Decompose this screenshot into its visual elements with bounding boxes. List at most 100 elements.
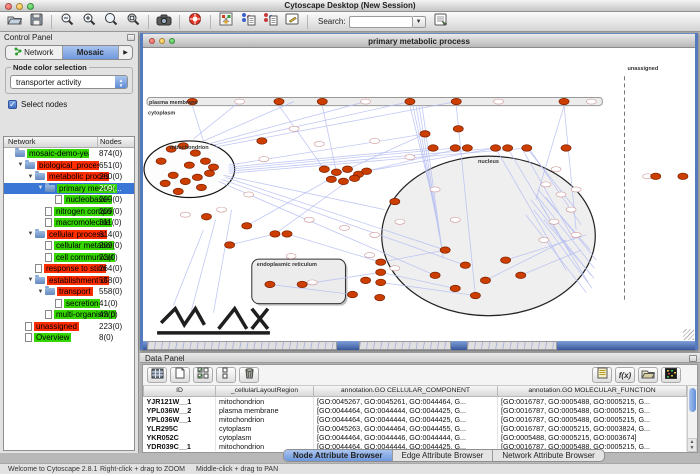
network-node[interactable]: [225, 242, 235, 248]
network-node[interactable]: [390, 198, 400, 204]
attribute-select-button[interactable]: [147, 367, 167, 383]
network-node[interactable]: [156, 158, 166, 164]
network-node[interactable]: [376, 279, 386, 285]
open-file-button[interactable]: [3, 13, 25, 31]
network-node[interactable]: [184, 162, 194, 168]
plasma-membrane-bar[interactable]: [147, 98, 602, 106]
tree-row[interactable]: ▼biological_process651(0): [4, 160, 134, 172]
tree-row[interactable]: nitrogen compo209(0): [4, 206, 134, 218]
tab-node-attribute-browser[interactable]: Node Attribute Browser: [284, 450, 393, 461]
annotation-button[interactable]: [281, 13, 303, 31]
network-canvas[interactable]: plasma membranecytoplasmmitochondrionnuc…: [143, 48, 695, 341]
table-row[interactable]: YPL036W__2plasma membrane[GO:0044464, GO…: [144, 406, 687, 415]
network-node[interactable]: [430, 272, 440, 278]
network-node[interactable]: [480, 277, 490, 283]
snapshot-button[interactable]: [153, 13, 175, 31]
unselect-attributes-button[interactable]: [216, 367, 236, 383]
network-overview-button[interactable]: [215, 13, 237, 31]
delete-attribute-button[interactable]: [239, 367, 259, 383]
network-node[interactable]: [450, 145, 460, 151]
network-node[interactable]: [319, 166, 329, 172]
table-column-header[interactable]: annotation.GO CELLULAR_COMPONENT: [314, 386, 498, 396]
table-scrollbar[interactable]: ▲▼: [687, 386, 697, 452]
expand-arrow-icon[interactable]: ▼: [36, 289, 45, 295]
network-node[interactable]: [361, 277, 371, 283]
network-node[interactable]: [651, 173, 661, 179]
network-node[interactable]: [160, 180, 170, 186]
expand-arrow-icon[interactable]: ▼: [26, 231, 35, 237]
node-color-dropdown[interactable]: transporter activity ▲▼: [10, 75, 128, 89]
save-button[interactable]: [25, 13, 47, 31]
tree-row[interactable]: cellular metabol209(0): [4, 240, 134, 252]
tree-row[interactable]: Overview8(0): [4, 332, 134, 344]
network-node[interactable]: [491, 145, 501, 151]
table-column-header[interactable]: ID: [144, 386, 216, 396]
tree-row[interactable]: mosaic-demo-yeast874(0): [4, 148, 134, 160]
tree-row[interactable]: nucleobase-209(0): [4, 194, 134, 206]
tab-mosaic[interactable]: Mosaic: [63, 46, 120, 59]
table-row[interactable]: YJR121W__1mitochondrion[GO:0045267, GO:0…: [144, 396, 687, 406]
network-node[interactable]: [462, 145, 472, 151]
network-node[interactable]: [516, 272, 526, 278]
resize-grip[interactable]: [683, 329, 694, 340]
tree-row[interactable]: secretion41(0): [4, 298, 134, 310]
network-node[interactable]: [200, 158, 210, 164]
tree-row[interactable]: ▼establishment of lo558(0): [4, 275, 134, 287]
expand-arrow-icon[interactable]: ▼: [26, 174, 35, 180]
network-node[interactable]: [451, 98, 461, 104]
network-node[interactable]: [331, 169, 341, 175]
tree-row[interactable]: ▼primary metabo209(...: [4, 183, 134, 195]
tree-row[interactable]: ▼metabolic process280(0): [4, 171, 134, 183]
network-node[interactable]: [460, 262, 470, 268]
tree-row[interactable]: macromolecule311(0): [4, 217, 134, 229]
network-node[interactable]: [503, 145, 513, 151]
help-button[interactable]: [184, 13, 206, 31]
function-builder-button[interactable]: f(x): [615, 367, 635, 383]
zoom-fit-button[interactable]: [122, 13, 144, 31]
network-node[interactable]: [326, 176, 336, 182]
nucleus-compartment[interactable]: [382, 156, 596, 316]
table-row[interactable]: YPL036W__1mitochondrion[GO:0044464, GO:0…: [144, 415, 687, 424]
network-node[interactable]: [201, 213, 211, 219]
expand-arrow-icon[interactable]: ▼: [16, 162, 25, 168]
network-node[interactable]: [282, 231, 292, 237]
tree-row[interactable]: response to stimulu264(0): [4, 263, 134, 275]
network-window-titlebar[interactable]: primary metabolic process: [143, 33, 695, 48]
tree-row[interactable]: unassigned223(0): [4, 321, 134, 333]
network-node[interactable]: [208, 164, 218, 170]
network-node[interactable]: [453, 126, 463, 132]
zoom-out-button[interactable]: [56, 13, 78, 31]
tab-network[interactable]: Network: [6, 46, 63, 59]
scrollbar-thumb[interactable]: [689, 388, 696, 412]
network-node[interactable]: [242, 223, 252, 229]
select-nodes-checkbox[interactable]: ✓: [8, 100, 17, 109]
network-node[interactable]: [559, 98, 569, 104]
tree-row[interactable]: ▼cellular process614(0): [4, 229, 134, 241]
network-node[interactable]: [420, 131, 430, 137]
network-node[interactable]: [196, 184, 206, 190]
network-node[interactable]: [274, 98, 284, 104]
new-attribute-button[interactable]: [170, 367, 190, 383]
tree-row[interactable]: cell communicat22(0): [4, 252, 134, 264]
search-dropdown-arrow[interactable]: ▼: [413, 16, 426, 28]
scrollbar-arrows[interactable]: ▲▼: [687, 438, 697, 452]
network-node[interactable]: [522, 145, 532, 151]
import-attributes-button[interactable]: [430, 13, 452, 31]
table-column-header[interactable]: annotation.GO MOLECULAR_FUNCTION: [498, 386, 687, 396]
network-node[interactable]: [470, 292, 480, 298]
attribute-editor-button[interactable]: [592, 367, 612, 383]
layout-blue-button[interactable]: [259, 13, 281, 31]
expand-arrow-icon[interactable]: ▼: [26, 277, 35, 283]
network-node[interactable]: [270, 231, 280, 237]
layout-red-button[interactable]: [237, 13, 259, 31]
tree-row[interactable]: ▼transport558(0): [4, 286, 134, 298]
network-node[interactable]: [265, 281, 275, 287]
network-node[interactable]: [192, 174, 202, 180]
table-row[interactable]: YKR052Ccytoplasm[GO:0044464, GO:0044446,…: [144, 433, 687, 442]
network-node[interactable]: [342, 166, 352, 172]
network-node[interactable]: [450, 285, 460, 291]
network-node[interactable]: [297, 281, 307, 287]
network-node[interactable]: [678, 173, 688, 179]
import-table-button[interactable]: [638, 367, 658, 383]
zoom-in-button[interactable]: [78, 13, 100, 31]
